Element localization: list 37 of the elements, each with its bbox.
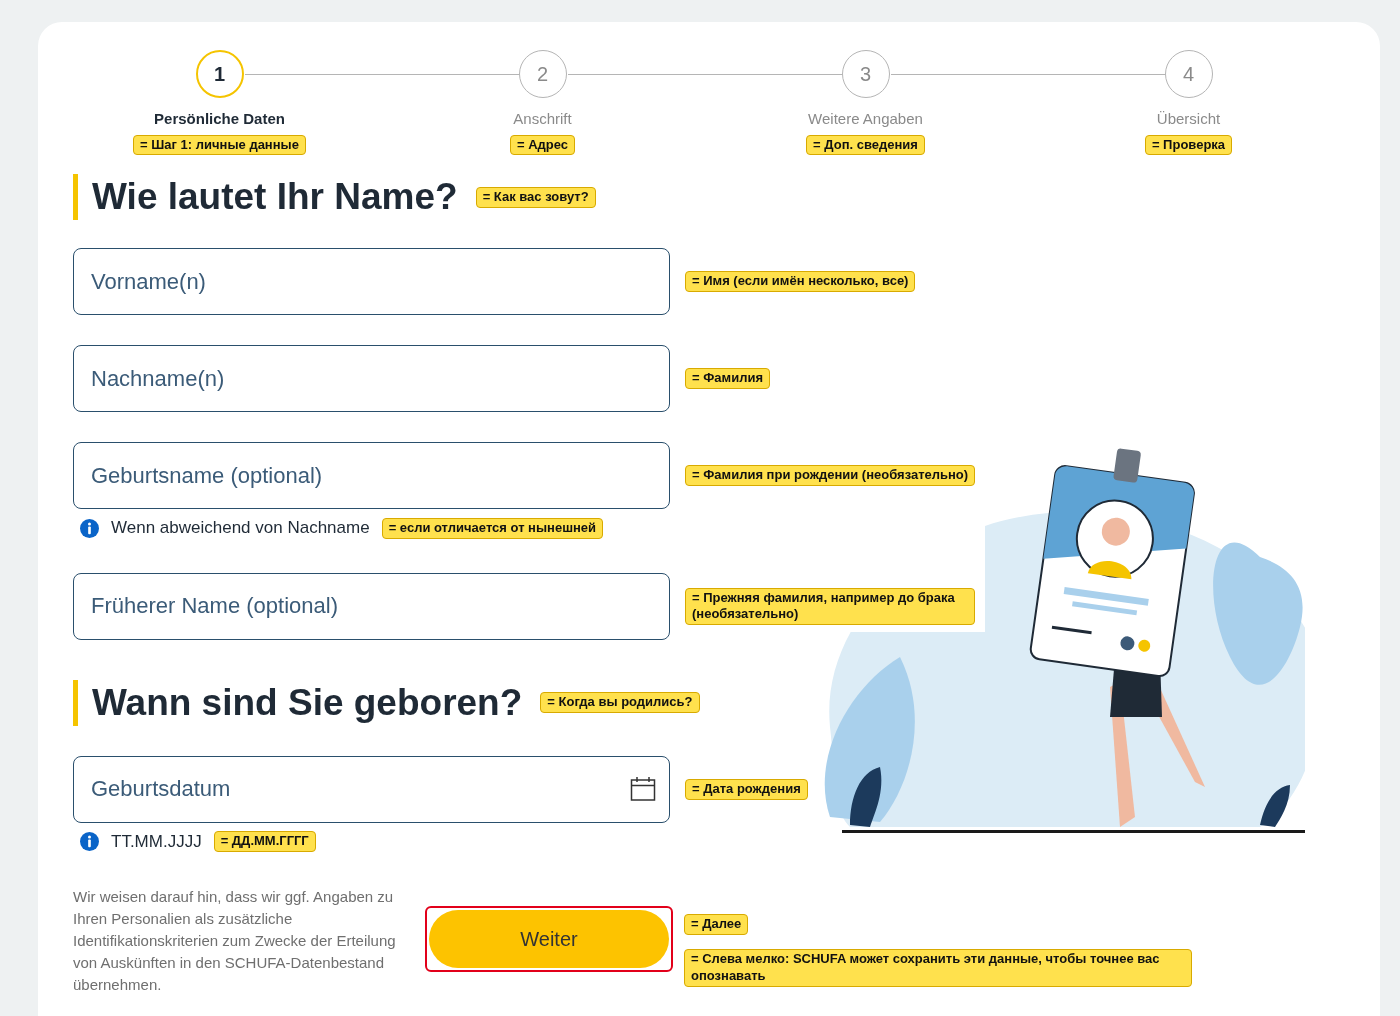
annotation-note: = Как вас зовут?: [475, 186, 596, 208]
annotation-note: = Когда вы родились?: [540, 692, 700, 714]
info-icon: [80, 518, 99, 538]
annotation-note: = Фамилия: [685, 368, 770, 390]
step-label[interactable]: Persönliche Daten: [154, 108, 285, 131]
annotation-note: = ДД.ММ.ГГГГ: [213, 831, 316, 853]
section-heading: Wann sind Sie geboren?: [73, 679, 523, 726]
input-field[interactable]: Früherer Name (optional): [73, 572, 670, 640]
annotation-note: = Шаг 1: личные данные: [133, 134, 306, 156]
input-field[interactable]: Nachname(n): [73, 345, 670, 413]
annotation-note: = Прежняя фамилия, например до брака (необязательно): [685, 587, 975, 626]
step-label[interactable]: Übersicht: [1156, 108, 1221, 131]
input-field[interactable]: Vorname(n): [73, 248, 670, 316]
step-circle[interactable]: 4: [1164, 50, 1213, 98]
step-circle[interactable]: 1: [195, 50, 244, 98]
next-button[interactable]: Weiter: [429, 910, 669, 969]
disclaimer-text: Wir weisen darauf hin, dass wir ggf. Angaben zu Ihren Personalien als zusätzliche Identifikationskriterien zum Zwecke der Erteilung von Auskünften in den SCHUFA-Datenbestand übernehmen.: [73, 887, 397, 996]
input-field[interactable]: Geburtsname (optional): [73, 442, 670, 510]
annotation-note: = Имя (если имён несколько, все): [685, 271, 916, 293]
hint-text: Wenn abweichend von Nachname: [111, 517, 370, 540]
annotation-note: = Адрес: [509, 134, 576, 156]
annotation-note: = если отличается от нынешней: [381, 517, 604, 539]
info-icon: [80, 832, 99, 852]
step-circle[interactable]: 2: [518, 50, 567, 98]
section-heading: Wie lautet Ihr Name?: [73, 174, 458, 221]
annotation-note: = Фамилия при рождении (необязательно): [685, 465, 976, 487]
annotation-note: = Далее: [684, 914, 749, 936]
step-circle[interactable]: 3: [841, 50, 890, 98]
annotation-note: = Слева мелко: SCHUFA может сохранить эти данные, чтобы точнее вас опознавать: [684, 949, 1192, 988]
annotation-note: = Дата рождения: [685, 778, 808, 800]
step-label[interactable]: Anschrift: [513, 108, 572, 131]
annotation-note: = Доп. сведения: [806, 134, 925, 156]
hint-text: TT.MM.JJJJ: [111, 830, 202, 853]
calendar-icon[interactable]: [630, 775, 656, 802]
annotation-note: = Проверка: [1144, 134, 1233, 156]
date-field[interactable]: Geburtsdatum: [73, 755, 670, 823]
step-label[interactable]: Weitere Angaben: [808, 108, 923, 131]
